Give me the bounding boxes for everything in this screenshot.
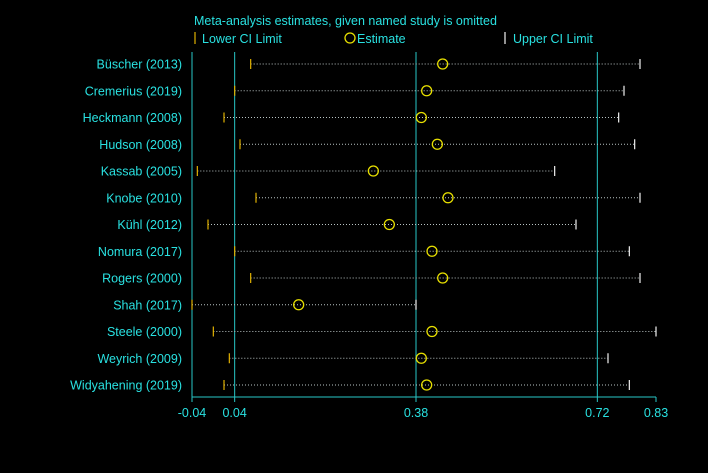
study-label: Kassab (2005) — [101, 165, 182, 179]
legend-estimate-label: Estimate — [357, 32, 406, 46]
legend: Lower CI Limit Estimate Upper CI Limit — [194, 32, 593, 46]
study-label: Knobe (2010) — [106, 191, 182, 205]
study-label: Nomura (2017) — [98, 245, 182, 259]
x-tick-label: 0.04 — [222, 406, 246, 420]
study-label: Cremerius (2019) — [85, 84, 182, 98]
legend-upper-label: Upper CI Limit — [513, 32, 593, 46]
x-tick-label: 0.83 — [644, 406, 668, 420]
legend-lower-label: Lower CI Limit — [202, 32, 282, 46]
x-tick-label: 0.38 — [404, 406, 428, 420]
x-tick-label: -0.04 — [178, 406, 207, 420]
meta-analysis-influence-chart: Meta-analysis estimates, given named stu… — [0, 0, 708, 473]
study-label: Shah (2017) — [113, 298, 182, 312]
study-label: Büscher (2013) — [97, 58, 182, 72]
x-tick-label: 0.72 — [585, 406, 609, 420]
study-label: Kühl (2012) — [117, 218, 182, 232]
study-label: Rogers (2000) — [102, 272, 182, 286]
chart-title: Meta-analysis estimates, given named stu… — [194, 14, 497, 28]
study-label: Hudson (2008) — [99, 138, 182, 152]
study-label: Weyrich (2009) — [97, 352, 182, 366]
study-label: Steele (2000) — [107, 325, 182, 339]
study-label: Widyahening (2019) — [70, 379, 182, 393]
study-label: Heckmann (2008) — [83, 111, 182, 125]
